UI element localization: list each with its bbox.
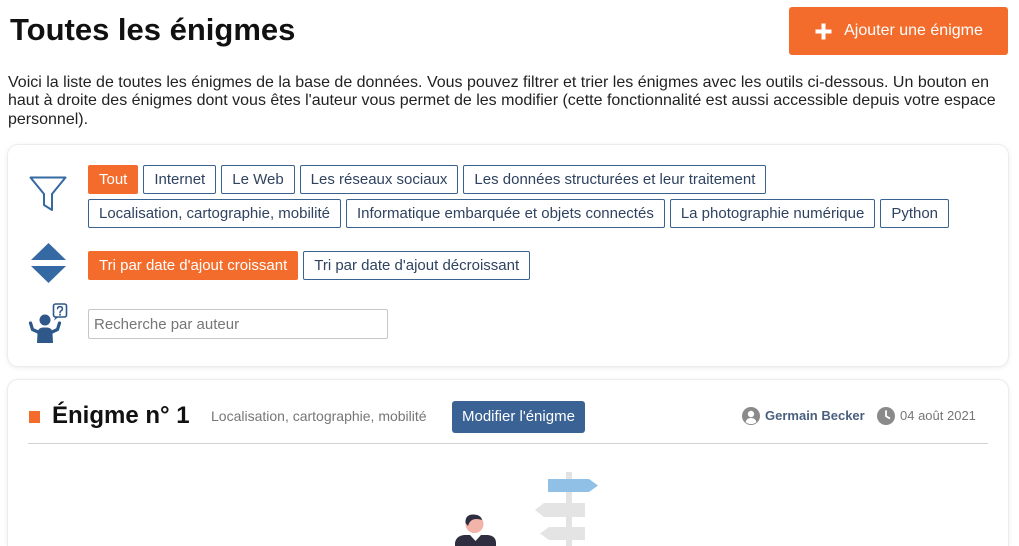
- filter-chip-geolocation[interactable]: Localisation, cartographie, mobilité: [88, 199, 341, 228]
- enigma-title: Énigme n° 1: [52, 402, 190, 429]
- enigma-category: Localisation, cartographie, mobilité: [211, 408, 427, 424]
- category-filter-list: Tout Internet Le Web Les réseaux sociaux…: [88, 165, 988, 228]
- intro-text: Voici la liste de toutes les énigmes de …: [8, 74, 996, 128]
- filter-panel: Tout Internet Le Web Les réseaux sociaux…: [8, 145, 1008, 366]
- enigma-card: Énigme n° 1 Localisation, cartographie, …: [8, 380, 1008, 546]
- enigma-marker: [29, 411, 40, 423]
- edit-enigma-button[interactable]: Modifier l'énigme: [452, 401, 585, 433]
- add-enigma-label: Ajouter une énigme: [844, 22, 983, 39]
- filter-chip-all[interactable]: Tout: [88, 165, 139, 194]
- add-enigma-button[interactable]: Ajouter une énigme: [789, 7, 1008, 55]
- filter-chip-internet[interactable]: Internet: [143, 165, 217, 194]
- sort-descending-button[interactable]: Tri par date d'ajout décroissant: [303, 251, 531, 280]
- signpost-sign-gray-lower: [540, 527, 585, 540]
- person-question-icon: [28, 303, 68, 343]
- filter-chip-embedded-systems[interactable]: Informatique embarquée et objets connect…: [345, 199, 665, 228]
- enigma-illustration: [455, 472, 598, 546]
- funnel-icon: [28, 175, 68, 212]
- clock-icon: [877, 407, 895, 425]
- sort-options: Tri par date d'ajout croissant Tri par d…: [88, 251, 988, 280]
- author-search-input[interactable]: [88, 309, 388, 339]
- filter-chip-digital-photography[interactable]: La photographie numérique: [669, 199, 876, 228]
- user-circle-icon: [742, 407, 760, 425]
- signpost-sign-gray-upper: [535, 503, 585, 517]
- filter-chip-structured-data[interactable]: Les données structurées et leur traiteme…: [463, 165, 767, 194]
- enigma-date: 04 août 2021: [900, 408, 976, 423]
- sort-ascending-button[interactable]: Tri par date d'ajout croissant: [88, 251, 299, 280]
- filter-chip-web[interactable]: Le Web: [221, 165, 295, 194]
- divider: [28, 443, 988, 444]
- enigma-author[interactable]: Germain Becker: [765, 400, 865, 432]
- plus-icon: [814, 22, 833, 41]
- filter-chip-social-networks[interactable]: Les réseaux sociaux: [299, 165, 459, 194]
- sort-arrows-icon: [31, 243, 66, 283]
- signpost-sign-blue: [548, 479, 598, 492]
- filter-chip-python[interactable]: Python: [880, 199, 950, 228]
- page-title: Toutes les énigmes: [10, 12, 296, 47]
